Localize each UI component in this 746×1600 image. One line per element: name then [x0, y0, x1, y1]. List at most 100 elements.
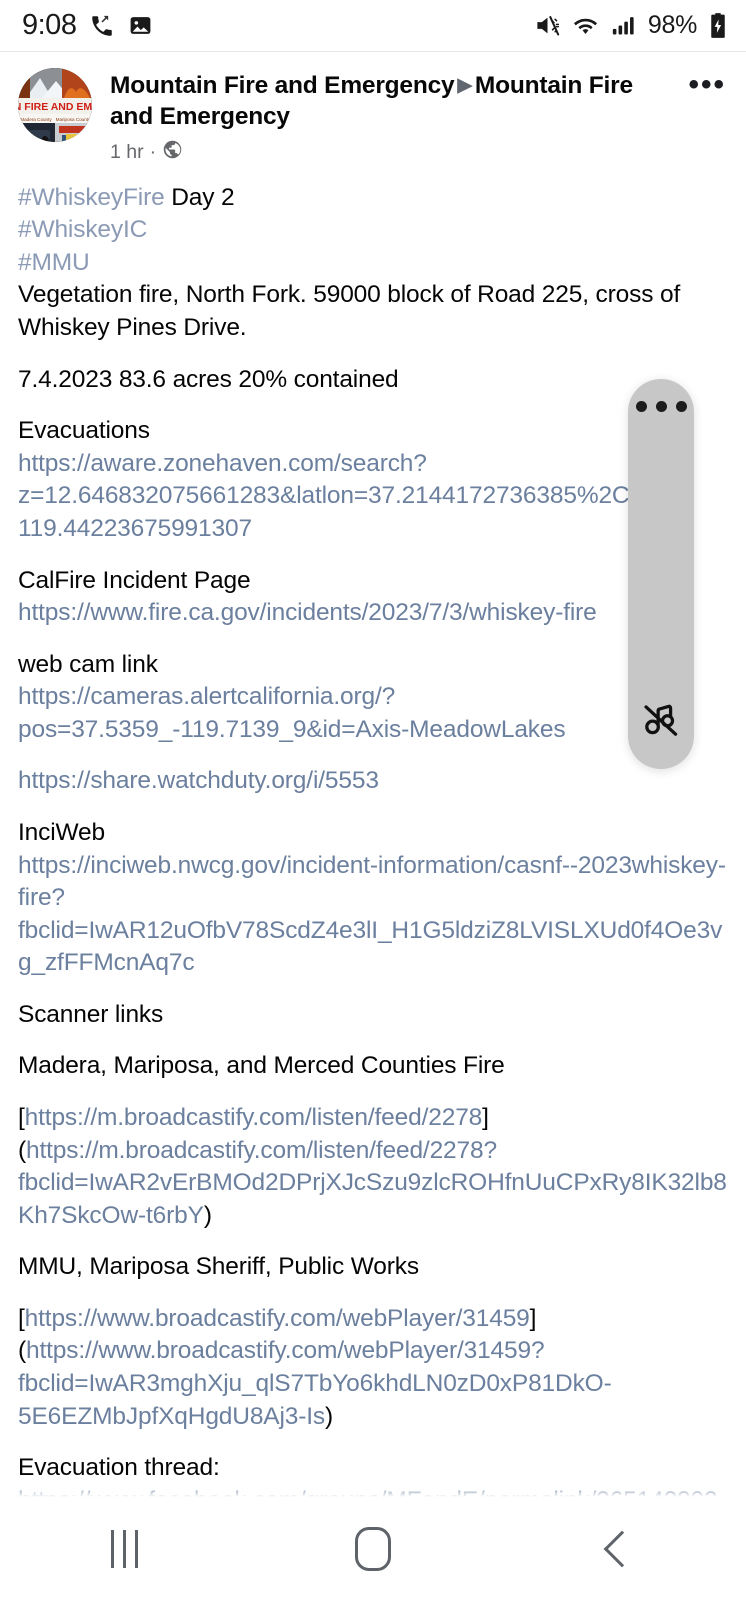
post-link[interactable]: https://www.broadcastify.com/webPlayer/3…	[18, 1337, 612, 1429]
post-paragraph-mmu-links: [https://www.broadcastify.com/webPlayer/…	[18, 1303, 728, 1433]
post-line: (https://www.broadcastify.com/webPlayer/…	[18, 1335, 728, 1433]
post-line: Scanner links	[18, 999, 728, 1032]
image-icon	[128, 13, 153, 38]
post-meta: 1 hr ·	[110, 139, 678, 166]
post-line: #MMU	[18, 247, 728, 280]
post-text: ]	[529, 1304, 537, 1332]
bottom-fade	[0, 1485, 746, 1497]
post-text: ]	[482, 1104, 489, 1132]
back-button[interactable]	[562, 1514, 682, 1584]
status-bar-left: 9:08	[22, 9, 153, 42]
post-line: #WhiskeyFire Day 2	[18, 182, 728, 215]
post-text: )	[325, 1402, 334, 1430]
post-paragraph-inciweb: InciWeb https://inciweb.nwcg.gov/incident…	[18, 817, 728, 980]
post-line: #WhiskeyIC	[18, 214, 728, 247]
post-line: https://inciweb.nwcg.gov/incident-inform…	[18, 850, 728, 980]
post-line: 7.4.2023 83.6 acres 20% contained	[18, 364, 728, 397]
post-text: InciWeb	[18, 818, 106, 846]
post-paragraph-evacuations: Evacuations https://aware.zonehaven.com/s…	[18, 415, 728, 545]
svg-text:Madera County: Madera County	[20, 117, 52, 122]
post-text: Madera, Mariposa, and Merced Counties Fi…	[18, 1052, 505, 1080]
battery-percentage: 98%	[647, 11, 697, 39]
post-paragraph-hashtags: #WhiskeyFire Day 2 #WhiskeyIC #MMU Vegetati…	[18, 182, 728, 345]
post-link[interactable]: https://share.watchduty.org/i/5553	[18, 767, 379, 794]
recents-icon	[110, 1529, 138, 1568]
post-text: Day 2	[164, 183, 235, 211]
post-paragraph-webcam: web cam link https://cameras.alertcalifor…	[18, 649, 728, 747]
edge-panel-dots-icon[interactable]	[635, 401, 687, 412]
post-line: https://aware.zonehaven.com/search?z=12.…	[18, 448, 728, 546]
status-time: 9:08	[22, 9, 77, 41]
post-paragraph-scanner-counties-links: [https://m.broadcastify.com/listen/feed/…	[18, 1102, 728, 1232]
post-hashtag[interactable]: #WhiskeyIC	[18, 216, 147, 243]
home-button[interactable]	[313, 1514, 433, 1584]
post-line: web cam link	[18, 649, 728, 682]
post-text: Scanner links	[18, 1000, 164, 1028]
post-link[interactable]: https://inciweb.nwcg.gov/incident-inform…	[18, 852, 726, 977]
post-author[interactable]: Mountain Fire and Emergency	[110, 72, 455, 99]
system-navigation-bar	[0, 1497, 746, 1600]
post-text: Vegetation fire, North Fork. 59000 block…	[18, 281, 681, 342]
post-line: [https://m.broadcastify.com/listen/feed/…	[18, 1102, 728, 1135]
post-author-line: Mountain Fire and Emergency ▶ Mountain Fir…	[110, 70, 678, 133]
edge-panel-handle[interactable]	[628, 379, 694, 769]
post-line: MMU, Mariposa Sheriff, Public Works	[18, 1251, 728, 1284]
post-line: InciWeb	[18, 817, 728, 850]
post-line: https://www.fire.ca.gov/incidents/2023/7…	[18, 597, 728, 630]
post-hashtag[interactable]: #WhiskeyFire	[18, 184, 165, 211]
post-paragraph-scanner-counties: Madera, Mariposa, and Merced Counties Fi…	[18, 1050, 728, 1083]
battery-charging-icon	[708, 12, 728, 39]
post-text: )	[203, 1201, 212, 1229]
post-line: https://share.watchduty.org/i/5553	[18, 765, 728, 798]
post-text: (	[18, 1136, 27, 1164]
post-text: CalFire Incident Page	[18, 566, 251, 594]
avatar[interactable]: AIN FIRE AND EMER Madera County Mariposa…	[18, 68, 92, 142]
recents-button[interactable]	[64, 1514, 184, 1584]
post-link[interactable]: https://m.broadcastify.com/listen/feed/2…	[25, 1104, 483, 1131]
post-hashtag[interactable]: #MMU	[18, 249, 90, 276]
post-text: (	[18, 1337, 27, 1365]
post-link[interactable]: https://www.fire.ca.gov/incidents/2023/7…	[18, 599, 597, 626]
post-line: [https://www.broadcastify.com/webPlayer/…	[18, 1303, 728, 1336]
svg-text:AIN FIRE AND EMER: AIN FIRE AND EMER	[18, 101, 92, 113]
post-line: Evacuations	[18, 415, 728, 448]
post-options-button[interactable]: •••	[678, 68, 732, 100]
post-text: web cam link	[18, 650, 158, 678]
post-line: Vegetation fire, North Fork. 59000 block…	[18, 279, 728, 344]
post-header-text: Mountain Fire and Emergency ▶ Mountain Fir…	[92, 68, 678, 166]
post-text: 7.4.2023 83.6 acres 20% contained	[18, 365, 399, 393]
meta-separator-dot: ·	[149, 140, 157, 163]
post-line: CalFire Incident Page	[18, 565, 728, 598]
post-text: [	[18, 1304, 25, 1332]
post-text: Evacuations	[18, 417, 150, 445]
music-note-muted-icon[interactable]	[638, 697, 684, 743]
signal-icon	[610, 12, 637, 39]
post-body: #WhiskeyFire Day 2 #WhiskeyIC #MMU Vegetati…	[0, 172, 746, 1600]
post-text: [	[18, 1104, 25, 1132]
back-chevron-icon	[603, 1530, 641, 1567]
post-paragraph-calfire: CalFire Incident Page https://www.fire.ca…	[18, 565, 728, 630]
post-text: MMU, Mariposa Sheriff, Public Works	[18, 1253, 419, 1281]
home-icon	[354, 1526, 391, 1571]
missed-call-icon	[89, 13, 115, 39]
public-globe-icon[interactable]	[162, 139, 183, 166]
post-paragraph-acreage: 7.4.2023 83.6 acres 20% contained	[18, 364, 728, 397]
post-link[interactable]: https://m.broadcastify.com/listen/feed/2…	[18, 1137, 727, 1229]
post-line: (https://m.broadcastify.com/listen/feed/…	[18, 1135, 728, 1233]
post-header: AIN FIRE AND EMER Madera County Mariposa…	[0, 52, 746, 172]
post-text: Evacuation thread:	[18, 1454, 220, 1482]
post-timestamp[interactable]: 1 hr	[110, 141, 144, 164]
breadcrumb-arrow-icon: ▶	[457, 75, 472, 96]
svg-text:Mariposa County: Mariposa County	[56, 117, 91, 122]
mute-icon	[534, 12, 561, 39]
status-bar-right: 98%	[534, 11, 728, 40]
post-paragraph-scanner-heading: Scanner links	[18, 999, 728, 1032]
post-paragraph-mmu-sheriff: MMU, Mariposa Sheriff, Public Works	[18, 1251, 728, 1284]
post-link[interactable]: https://aware.zonehaven.com/search?z=12.…	[18, 450, 638, 542]
post-link[interactable]: https://www.broadcastify.com/webPlayer/3…	[25, 1305, 530, 1332]
post-paragraph-watchduty: https://share.watchduty.org/i/5553	[18, 765, 728, 798]
status-bar: 9:08 98%	[0, 0, 746, 52]
wifi-icon	[572, 12, 599, 39]
post-line: https://cameras.alertcalifornia.org/?pos…	[18, 681, 728, 746]
post-link[interactable]: https://cameras.alertcalifornia.org/?pos…	[18, 683, 566, 743]
